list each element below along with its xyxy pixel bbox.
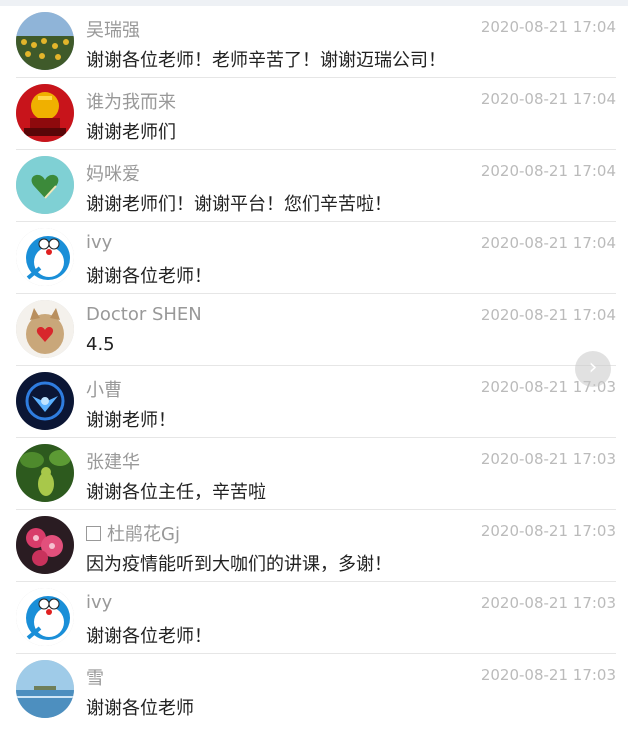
commenter-name: 杜鹃花Gj bbox=[86, 520, 180, 546]
commenter-name: 吴瑞强 bbox=[86, 20, 140, 41]
comment-item: 吴瑞强 2020-08-21 17:04 谢谢各位老师！老师辛苦了！谢谢迈瑞公司… bbox=[16, 6, 616, 78]
doraemon-avatar[interactable] bbox=[16, 228, 74, 286]
comment-time: 2020-08-21 17:04 bbox=[480, 162, 616, 180]
comment-text: 因为疫情能听到大咖们的讲课，多谢！ bbox=[86, 554, 392, 575]
comment-text: 谢谢老师们 bbox=[86, 122, 176, 143]
comment-item: 杜鹃花Gj 2020-08-21 17:03 因为疫情能听到大咖们的讲课，多谢！ bbox=[16, 510, 616, 582]
commenter-name: 张建华 bbox=[86, 452, 140, 473]
comment-time: 2020-08-21 17:03 bbox=[480, 450, 616, 468]
commenter-name: ivy bbox=[86, 232, 113, 253]
commenter-name: 妈咪爱 bbox=[86, 164, 140, 185]
comment-item: 小曹 2020-08-21 17:03 谢谢老师！ bbox=[16, 366, 616, 438]
comment-item: 雪 2020-08-21 17:03 谢谢各位老师 bbox=[16, 654, 616, 726]
commenter-name: 小曹 bbox=[86, 380, 122, 401]
comment-time: 2020-08-21 17:04 bbox=[480, 90, 616, 108]
lake-avatar[interactable] bbox=[16, 660, 74, 718]
comment-text: 4.5 bbox=[86, 334, 115, 355]
doraemon-avatar[interactable] bbox=[16, 588, 74, 646]
gourd-plant-avatar[interactable] bbox=[16, 444, 74, 502]
comment-time: 2020-08-21 17:04 bbox=[480, 234, 616, 252]
commenter-name: 谁为我而来 bbox=[86, 92, 176, 113]
tiananmen-avatar[interactable] bbox=[16, 84, 74, 142]
commenter-name: 雪 bbox=[86, 668, 104, 689]
comment-item: Doctor SHEN 2020-08-21 17:04 4.5 bbox=[16, 294, 616, 366]
comment-time: 2020-08-21 17:03 bbox=[480, 522, 616, 540]
comment-time: 2020-08-21 17:04 bbox=[480, 18, 616, 36]
heart-island-avatar[interactable] bbox=[16, 156, 74, 214]
checkbox-icon bbox=[86, 526, 101, 541]
comment-item: 谁为我而来 2020-08-21 17:04 谢谢老师们 bbox=[16, 78, 616, 150]
comment-item: ivy 2020-08-21 17:03 谢谢各位老师！ bbox=[16, 582, 616, 654]
comment-item: ivy 2020-08-21 17:04 谢谢各位老师！ bbox=[16, 222, 616, 294]
comment-time: 2020-08-21 17:03 bbox=[480, 666, 616, 684]
comment-text: 谢谢各位老师！ bbox=[86, 626, 212, 647]
comment-time: 2020-08-21 17:04 bbox=[480, 306, 616, 324]
comment-text: 谢谢老师！ bbox=[86, 410, 176, 431]
comment-text: 谢谢各位老师！老师辛苦了！谢谢迈瑞公司！ bbox=[86, 50, 446, 71]
commenter-name: ivy bbox=[86, 592, 113, 613]
cat-heart-avatar[interactable] bbox=[16, 300, 74, 358]
commenter-name: Doctor SHEN bbox=[86, 304, 202, 325]
flower-avatar[interactable] bbox=[16, 516, 74, 574]
comment-item: 张建华 2020-08-21 17:03 谢谢各位主任，辛苦啦 bbox=[16, 438, 616, 510]
comment-text: 谢谢老师们！谢谢平台！您们辛苦啦！ bbox=[86, 194, 392, 215]
comment-time: 2020-08-21 17:03 bbox=[480, 594, 616, 612]
comment-list: 吴瑞强 2020-08-21 17:04 谢谢各位老师！老师辛苦了！谢谢迈瑞公司… bbox=[0, 6, 628, 726]
comment-text: 谢谢各位主任，辛苦啦 bbox=[86, 482, 266, 503]
comment-item: 妈咪爱 2020-08-21 17:04 谢谢老师们！谢谢平台！您们辛苦啦！ bbox=[16, 150, 616, 222]
comment-text: 谢谢各位老师 bbox=[86, 698, 194, 719]
sunflower-field-avatar[interactable] bbox=[16, 12, 74, 70]
blue-emblem-avatar[interactable] bbox=[16, 372, 74, 430]
next-page-button[interactable]: › bbox=[575, 351, 611, 387]
commenter-name-text: 杜鹃花Gj bbox=[107, 524, 180, 545]
comment-text: 谢谢各位老师！ bbox=[86, 266, 212, 287]
chevron-right-icon: › bbox=[588, 355, 598, 380]
